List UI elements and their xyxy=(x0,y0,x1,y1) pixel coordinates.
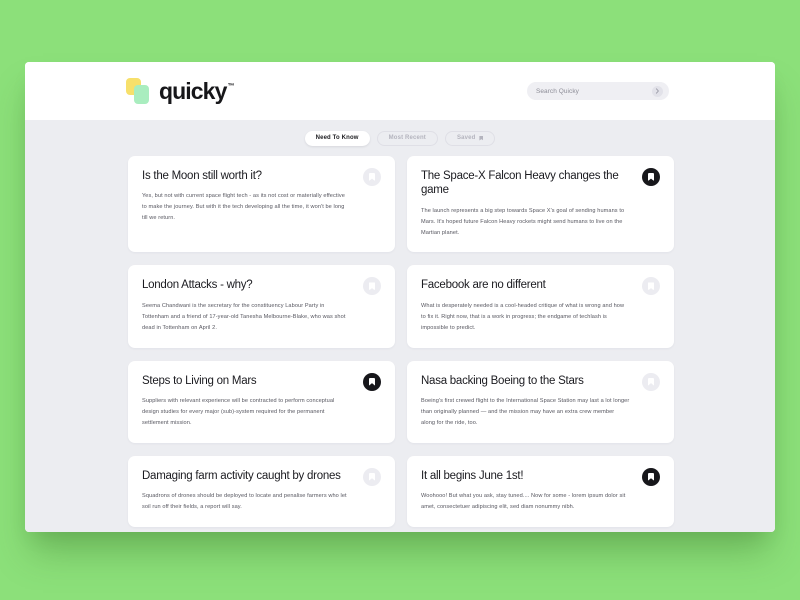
article-card[interactable]: Facebook are no different What is despera… xyxy=(407,265,674,348)
brand-trademark: ™ xyxy=(227,82,235,90)
article-title: Is the Moon still worth it? xyxy=(142,170,262,182)
filter-tab-label: Saved xyxy=(456,135,476,141)
article-title: Facebook are no different xyxy=(421,279,546,292)
filter-tab-label: Most Recent xyxy=(388,135,426,141)
article-summary: The launch represents a big step towards… xyxy=(421,207,625,236)
bookmark-icon xyxy=(369,173,375,181)
bookmark-icon xyxy=(648,173,654,181)
app-window: quicky ™ Search Quicky Need To Know Most … xyxy=(25,62,775,532)
bookmark-icon xyxy=(479,135,484,141)
article-card[interactable]: Nasa backing Boeing to the Stars Boeing's… xyxy=(407,360,674,443)
bookmark-saved-button[interactable] xyxy=(642,467,660,486)
bookmark-button[interactable] xyxy=(363,467,381,486)
article-title: It all begins June 1st! xyxy=(421,469,524,482)
article-title: Nasa backing Boeing to the Stars xyxy=(421,374,584,387)
bookmark-icon xyxy=(648,377,654,386)
chevron-right-icon[interactable] xyxy=(652,85,663,97)
filter-tab-label: Need To Know xyxy=(315,135,359,141)
bookmark-icon xyxy=(369,377,375,386)
article-title: The Space-X Falcon Heavy changes the gam… xyxy=(421,170,619,197)
article-summary: What is desperately needed is a cool-hea… xyxy=(421,302,625,331)
app-header: quicky ™ Search Quicky xyxy=(25,62,775,120)
article-title: London Attacks - why? xyxy=(142,279,253,292)
content-area: Need To Know Most Recent Saved Is the Moon… xyxy=(25,120,775,532)
logo-square-mint xyxy=(134,84,149,104)
article-card[interactable]: Is the Moon still worth it? Yes, but not … xyxy=(128,156,395,253)
article-summary: Yes, but not with current space flight t… xyxy=(142,193,345,222)
article-card[interactable]: Steps to Living on Mars Suppliers with re… xyxy=(128,360,395,443)
brand-name: quicky xyxy=(159,77,227,104)
article-summary: Suppliers with relevant experience will … xyxy=(142,397,335,426)
filter-tab-saved[interactable]: Saved xyxy=(444,130,496,146)
article-summary: Seema Chandwani is the secretary for the… xyxy=(142,302,346,331)
article-summary: Squadrons of drones should be deployed t… xyxy=(142,493,347,510)
bookmark-saved-button[interactable] xyxy=(642,168,660,186)
filter-tab-most-recent[interactable]: Most Recent xyxy=(376,130,438,146)
quicky-logo-icon xyxy=(126,77,152,105)
brand-logo[interactable]: quicky ™ xyxy=(126,77,235,105)
article-summary: Boeing's first crewed flight to the Inte… xyxy=(421,397,630,426)
search-input[interactable]: Search Quicky xyxy=(536,88,652,95)
bookmark-icon xyxy=(648,282,654,291)
bookmark-button[interactable] xyxy=(642,372,660,391)
bookmark-icon xyxy=(369,472,375,481)
article-card[interactable]: It all begins June 1st! Woohooo! But what… xyxy=(407,455,674,527)
filter-tab-bar: Need To Know Most Recent Saved xyxy=(25,120,775,156)
article-feed: Is the Moon still worth it? Yes, but not … xyxy=(25,156,775,532)
article-card[interactable]: The Space-X Falcon Heavy changes the gam… xyxy=(407,156,674,253)
article-card[interactable]: Damaging farm activity caught by drones S… xyxy=(128,455,395,527)
article-card[interactable]: London Attacks - why? Seema Chandwani is … xyxy=(128,265,395,348)
bookmark-button[interactable] xyxy=(363,168,381,186)
filter-tab-need-to-know[interactable]: Need To Know xyxy=(304,130,370,146)
article-summary: Woohooo! But what you ask, stay tuned...… xyxy=(421,493,626,510)
search-bar[interactable]: Search Quicky xyxy=(527,82,669,100)
article-title: Damaging farm activity caught by drones xyxy=(142,469,341,482)
bookmark-icon xyxy=(369,282,375,291)
bookmark-saved-button[interactable] xyxy=(363,372,381,391)
bookmark-icon xyxy=(648,472,654,481)
article-title: Steps to Living on Mars xyxy=(142,374,257,387)
